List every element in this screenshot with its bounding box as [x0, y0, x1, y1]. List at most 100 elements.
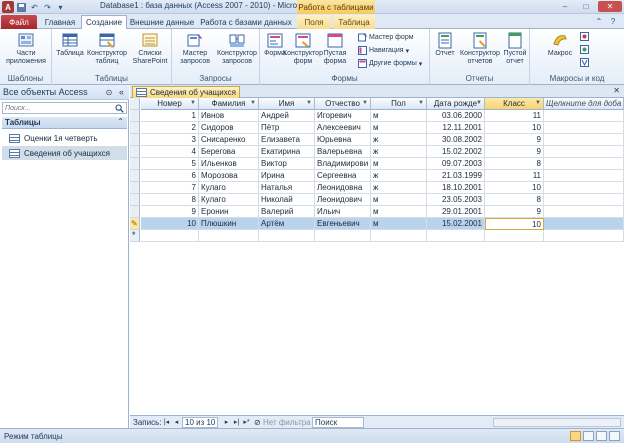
table-cell[interactable]: ж — [371, 182, 427, 194]
table-cell[interactable]: 10 — [141, 218, 199, 230]
table-cell[interactable] — [544, 122, 624, 134]
column-header[interactable]: Имя ▼ — [259, 98, 315, 110]
table-cell[interactable]: 8 — [485, 194, 544, 206]
table-cell[interactable]: м — [371, 110, 427, 122]
tab-external-data[interactable]: Внешние данные — [129, 15, 195, 29]
table-cell[interactable] — [544, 182, 624, 194]
record-selector[interactable] — [130, 170, 140, 182]
more-forms-button[interactable]: Другие формы ▾ — [358, 58, 422, 69]
table-button[interactable]: Таблица — [55, 32, 85, 58]
column-header[interactable]: Класс ▼ — [485, 98, 544, 110]
maximize-icon[interactable]: □ — [577, 1, 595, 12]
table-cell[interactable]: Екатирина — [259, 146, 315, 158]
datasheet-view-icon[interactable] — [570, 431, 581, 441]
close-icon[interactable]: ✕ — [598, 1, 622, 12]
record-selector[interactable] — [130, 110, 140, 122]
table-row[interactable]: 1 Ивнов Андрей Игоревич м 03.06.2000 11 — [130, 110, 624, 122]
table-cell[interactable] — [141, 230, 199, 242]
nav-item-student-info[interactable]: Сведения об учащихся — [2, 146, 127, 160]
record-selector[interactable] — [130, 182, 140, 194]
table-row[interactable]: 2 Сидоров Пётр Алексеевич м 12.11.2001 10 — [130, 122, 624, 134]
table-row[interactable]: 4 Берегова Екатирина Валерьевна ж 15.02.2002 9 — [130, 146, 624, 158]
table-cell[interactable]: ж — [371, 170, 427, 182]
table-row[interactable]: 3 Снисаренко Елизавета Юрьевна ж 30.08.2002 9 — [130, 134, 624, 146]
customize-qat-icon[interactable]: ▾ — [55, 2, 66, 13]
table-cell[interactable]: 09.07.2003 — [427, 158, 485, 170]
table-cell[interactable]: Морозова — [199, 170, 259, 182]
table-cell[interactable] — [427, 230, 485, 242]
blank-form-button[interactable]: Пустая форма — [318, 32, 352, 66]
sharepoint-lists-button[interactable]: Списки SharePoint — [130, 32, 170, 66]
nav-search-input[interactable] — [3, 103, 111, 114]
table-cell[interactable] — [544, 158, 624, 170]
table-cell[interactable] — [544, 146, 624, 158]
tab-file[interactable]: Файл — [1, 15, 37, 29]
tab-database-tools[interactable]: Работа с базами данных — [198, 15, 294, 29]
table-cell[interactable] — [371, 230, 427, 242]
table-cell[interactable]: Леонидович — [315, 194, 371, 206]
table-cell[interactable] — [544, 110, 624, 122]
table-cell[interactable]: 8 — [485, 158, 544, 170]
table-cell[interactable]: Ивнов — [199, 110, 259, 122]
table-cell[interactable]: Евгеньевич — [315, 218, 371, 230]
form-wizard-button[interactable]: Мастер форм — [358, 32, 414, 43]
table-cell[interactable] — [544, 218, 624, 230]
pivot-table-view-icon[interactable] — [583, 431, 594, 441]
redo-icon[interactable]: ↷ — [42, 2, 53, 13]
record-selector[interactable] — [130, 122, 140, 134]
table-row[interactable]: 8 Кулаго Николай Леонидович м 23.05.2003 8 — [130, 194, 624, 206]
table-cell[interactable]: 15.02.2002 — [427, 146, 485, 158]
nav-search-box[interactable] — [2, 102, 127, 114]
module-icon[interactable] — [580, 32, 589, 41]
navigation-button[interactable]: Навигация ▾ — [358, 45, 409, 56]
record-position[interactable]: 10 из 10 — [182, 417, 219, 428]
nav-group-tables[interactable]: Таблицы ⌃ — [2, 117, 127, 129]
table-cell[interactable] — [544, 206, 624, 218]
table-cell[interactable]: 9 — [141, 206, 199, 218]
undo-icon[interactable]: ↶ — [29, 2, 40, 13]
table-cell[interactable]: 10 — [485, 122, 544, 134]
table-cell[interactable] — [544, 134, 624, 146]
collapse-pane-icon[interactable]: « — [116, 86, 127, 97]
table-cell[interactable]: Кулаго — [199, 194, 259, 206]
search-icon[interactable] — [115, 104, 124, 113]
table-cell[interactable]: 4 — [141, 146, 199, 158]
nav-item-grades-q1[interactable]: Оценки 1я четверть — [2, 131, 127, 145]
table-cell[interactable]: Владимирови — [315, 158, 371, 170]
table-cell[interactable]: Ильенков — [199, 158, 259, 170]
save-icon[interactable] — [16, 2, 27, 13]
table-cell[interactable]: 9 — [485, 146, 544, 158]
table-cell[interactable]: 11 — [485, 170, 544, 182]
table-cell[interactable]: м — [371, 122, 427, 134]
add-column-header[interactable]: Щелкните для доба — [544, 98, 624, 110]
table-cell[interactable]: 9 — [485, 134, 544, 146]
column-header[interactable]: Фамилия ▼ — [199, 98, 259, 110]
table-cell[interactable]: 12.11.2001 — [427, 122, 485, 134]
chevron-down-icon[interactable]: ⊙ — [104, 87, 114, 97]
table-cell[interactable]: ж — [371, 146, 427, 158]
table-cell[interactable]: м — [371, 206, 427, 218]
record-selector[interactable]: ✎ — [130, 218, 140, 230]
query-design-button[interactable]: Конструктор запросов — [216, 32, 258, 66]
table-cell[interactable]: Ирина — [259, 170, 315, 182]
table-cell[interactable]: 03.06.2000 — [427, 110, 485, 122]
table-cell[interactable]: 10 — [485, 182, 544, 194]
tab-fields[interactable]: Поля — [297, 15, 331, 29]
table-cell[interactable]: 10 — [485, 218, 544, 230]
table-cell[interactable]: Валерий — [259, 206, 315, 218]
table-cell[interactable]: Виктор — [259, 158, 315, 170]
table-cell[interactable]: 30.08.2002 — [427, 134, 485, 146]
table-cell[interactable]: Андрей — [259, 110, 315, 122]
class-module-icon[interactable] — [580, 45, 589, 54]
table-cell[interactable]: Берегова — [199, 146, 259, 158]
next-record-icon[interactable]: ▸ — [222, 417, 231, 427]
table-design-button[interactable]: Конструктор таблиц — [86, 32, 128, 66]
table-cell[interactable]: 5 — [141, 158, 199, 170]
table-cell[interactable]: Плюшкин — [199, 218, 259, 230]
table-row[interactable]: 6 Морозова Ирина Сергеевна ж 21.03.1999 11 — [130, 170, 624, 182]
table-cell[interactable]: Снисаренко — [199, 134, 259, 146]
table-cell[interactable]: Пётр — [259, 122, 315, 134]
table-cell[interactable]: Сергеевна — [315, 170, 371, 182]
new-record-icon[interactable]: ▸* — [242, 417, 251, 427]
table-cell[interactable]: Еронин — [199, 206, 259, 218]
